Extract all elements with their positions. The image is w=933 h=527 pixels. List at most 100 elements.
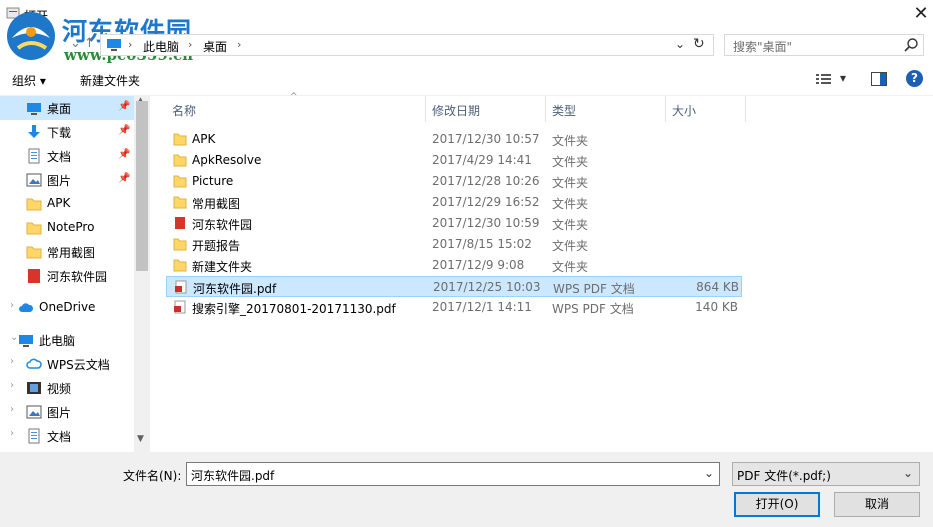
up-button[interactable]: ↑ <box>84 36 95 51</box>
file-type-filter[interactable]: PDF 文件(*.pdf;) ⌄ <box>732 462 920 486</box>
search-icon[interactable] <box>903 37 919 53</box>
column-header-type[interactable]: 类型 <box>552 102 576 128</box>
file-name: 河东软件园 <box>192 218 253 232</box>
file-type: 文件夹 <box>552 260 589 274</box>
folder-icon <box>173 175 187 188</box>
close-button[interactable]: ✕ <box>908 2 933 26</box>
sidebar-item-label: APK <box>47 196 71 210</box>
column-header-name[interactable]: 名称 <box>172 102 196 128</box>
watermark-logo <box>7 12 55 60</box>
sidebar-item-label: 下载 <box>47 126 72 140</box>
file-row[interactable]: 搜索引擎_20170801-20171130.pdf 2017/12/1 14:… <box>166 297 742 318</box>
column-divider[interactable] <box>745 96 746 122</box>
computer-icon <box>19 335 33 347</box>
view-list-icon[interactable] <box>816 73 832 86</box>
column-divider[interactable] <box>545 96 546 122</box>
crumb-separator: › <box>128 38 133 51</box>
file-row[interactable]: 河东软件园.pdf 2017/12/25 10:03 WPS PDF 文档 86… <box>166 276 742 297</box>
chevron-right-icon[interactable]: › <box>10 380 14 391</box>
pictures-icon <box>26 405 42 419</box>
column-divider[interactable] <box>665 96 666 122</box>
file-date: 2017/12/30 10:59 <box>432 216 540 230</box>
file-row[interactable]: ApkResolve 2017/4/29 14:41 文件夹 <box>166 150 742 171</box>
sidebar-item-pictures-pc[interactable]: › 图片 <box>0 400 134 424</box>
preview-pane-icon[interactable] <box>871 72 887 86</box>
scrollbar-thumb[interactable] <box>136 101 148 271</box>
scroll-down-icon[interactable]: ▼ <box>137 434 144 444</box>
sidebar-item-label: 常用截图 <box>47 246 96 260</box>
pin-icon[interactable]: 📌 <box>118 149 130 160</box>
file-name: APK <box>192 132 216 146</box>
sidebar-item-documents[interactable]: 文档 📌 <box>0 144 134 168</box>
open-button[interactable]: 打开(O) <box>734 492 820 517</box>
chevron-right-icon[interactable]: › <box>10 300 14 311</box>
pin-icon[interactable]: 📌 <box>118 125 130 136</box>
cancel-button[interactable]: 取消 <box>834 492 920 517</box>
sidebar-item-downloads[interactable]: 下载 📌 <box>0 120 134 144</box>
chevron-right-icon[interactable]: › <box>10 404 14 415</box>
file-row[interactable]: 开题报告 2017/8/15 15:02 文件夹 <box>166 234 742 255</box>
pin-icon[interactable]: 📌 <box>118 173 130 184</box>
file-row[interactable]: 河东软件园 2017/12/30 10:59 文件夹 <box>166 213 742 234</box>
recent-locations-button[interactable]: ⌄ <box>70 36 81 51</box>
view-menu-chevron[interactable]: ▾ <box>840 71 846 85</box>
navigation-pane: 桌面 📌 下载 📌 文档 📌 图片 📌 APK NotePro 常用截图 河东软… <box>0 96 150 452</box>
file-date: 2017/12/30 10:57 <box>432 132 540 146</box>
filename-input[interactable]: 河东软件园.pdf ⌄ <box>186 462 720 486</box>
chevron-down-icon[interactable]: ⌄ <box>704 466 714 480</box>
filter-value: PDF 文件(*.pdf;) <box>737 469 831 483</box>
sidebar-item-label: WPS云文档 <box>47 358 110 372</box>
file-row[interactable]: 新建文件夹 2017/12/9 9:08 文件夹 <box>166 255 742 276</box>
pin-icon[interactable]: 📌 <box>118 101 130 112</box>
file-size: 864 KB <box>696 280 739 294</box>
crumb-desktop[interactable]: 桌面 <box>203 38 227 55</box>
folder-icon <box>173 196 187 209</box>
sidebar-item-pictures[interactable]: 图片 📌 <box>0 168 134 192</box>
file-date: 2017/12/1 14:11 <box>432 300 532 314</box>
sidebar-item-notepro[interactable]: NotePro <box>0 216 134 240</box>
sidebar-item-label: OneDrive <box>39 300 96 314</box>
address-bar[interactable]: › 此电脑 › 桌面 › ⌄ ↻ <box>100 34 714 56</box>
crumb-separator: › <box>237 38 242 51</box>
chevron-right-icon[interactable]: › <box>10 428 14 439</box>
crumb-this-pc[interactable]: 此电脑 <box>143 38 179 55</box>
folder-icon <box>173 154 187 167</box>
computer-icon <box>107 39 121 51</box>
sidebar-item-screenshots[interactable]: 常用截图 <box>0 240 134 264</box>
column-header-size[interactable]: 大小 <box>672 102 696 128</box>
file-type: 文件夹 <box>552 176 589 190</box>
address-dropdown-icon[interactable]: ⌄ <box>675 37 685 51</box>
file-type: 文件夹 <box>552 218 589 232</box>
file-row[interactable]: APK 2017/12/30 10:57 文件夹 <box>166 129 742 150</box>
sidebar-item-videos[interactable]: › 视频 <box>0 376 134 400</box>
sidebar-item-this-pc[interactable]: ⌄ 此电脑 <box>0 328 134 352</box>
help-icon[interactable]: ? <box>906 70 923 87</box>
search-box[interactable]: 搜索"桌面" <box>724 34 924 56</box>
folder-icon <box>26 198 42 211</box>
column-header-date[interactable]: 修改日期 <box>432 102 480 128</box>
sidebar-item-label: NotePro <box>47 220 95 234</box>
sidebar-item-onedrive[interactable]: › OneDrive <box>0 296 134 320</box>
refresh-icon[interactable]: ↻ <box>693 36 705 52</box>
sidebar-item-documents-pc[interactable]: › 文档 <box>0 424 134 448</box>
filename-label: 文件名(N): <box>123 469 182 483</box>
folder-icon <box>26 222 42 235</box>
sidebar-item-desktop[interactable]: 桌面 📌 <box>0 96 134 120</box>
sidebar-item-apk[interactable]: APK <box>0 192 134 216</box>
file-type: 文件夹 <box>552 239 589 253</box>
sidebar-item-wps-cloud[interactable]: › WPS云文档 <box>0 352 134 376</box>
chevron-right-icon[interactable]: › <box>10 356 14 367</box>
sidebar-item-hedong[interactable]: 河东软件园 <box>0 264 134 288</box>
organize-menu[interactable]: 组织 ▾ <box>12 72 46 89</box>
file-type: WPS PDF 文档 <box>552 302 634 316</box>
file-date: 2017/12/9 9:08 <box>432 258 525 272</box>
column-divider[interactable] <box>425 96 426 122</box>
sidebar-item-label: 文档 <box>47 430 72 444</box>
sidebar-scrollbar[interactable]: ▲ ▼ <box>134 96 150 452</box>
file-row[interactable]: Picture 2017/12/28 10:26 文件夹 <box>166 171 742 192</box>
new-folder-button[interactable]: 新建文件夹 <box>80 72 140 89</box>
file-size: 140 KB <box>695 300 738 314</box>
file-row[interactable]: 常用截图 2017/12/29 16:52 文件夹 <box>166 192 742 213</box>
file-name: 搜索引擎_20170801-20171130.pdf <box>192 302 396 316</box>
chevron-down-icon[interactable]: ⌄ <box>903 466 913 480</box>
